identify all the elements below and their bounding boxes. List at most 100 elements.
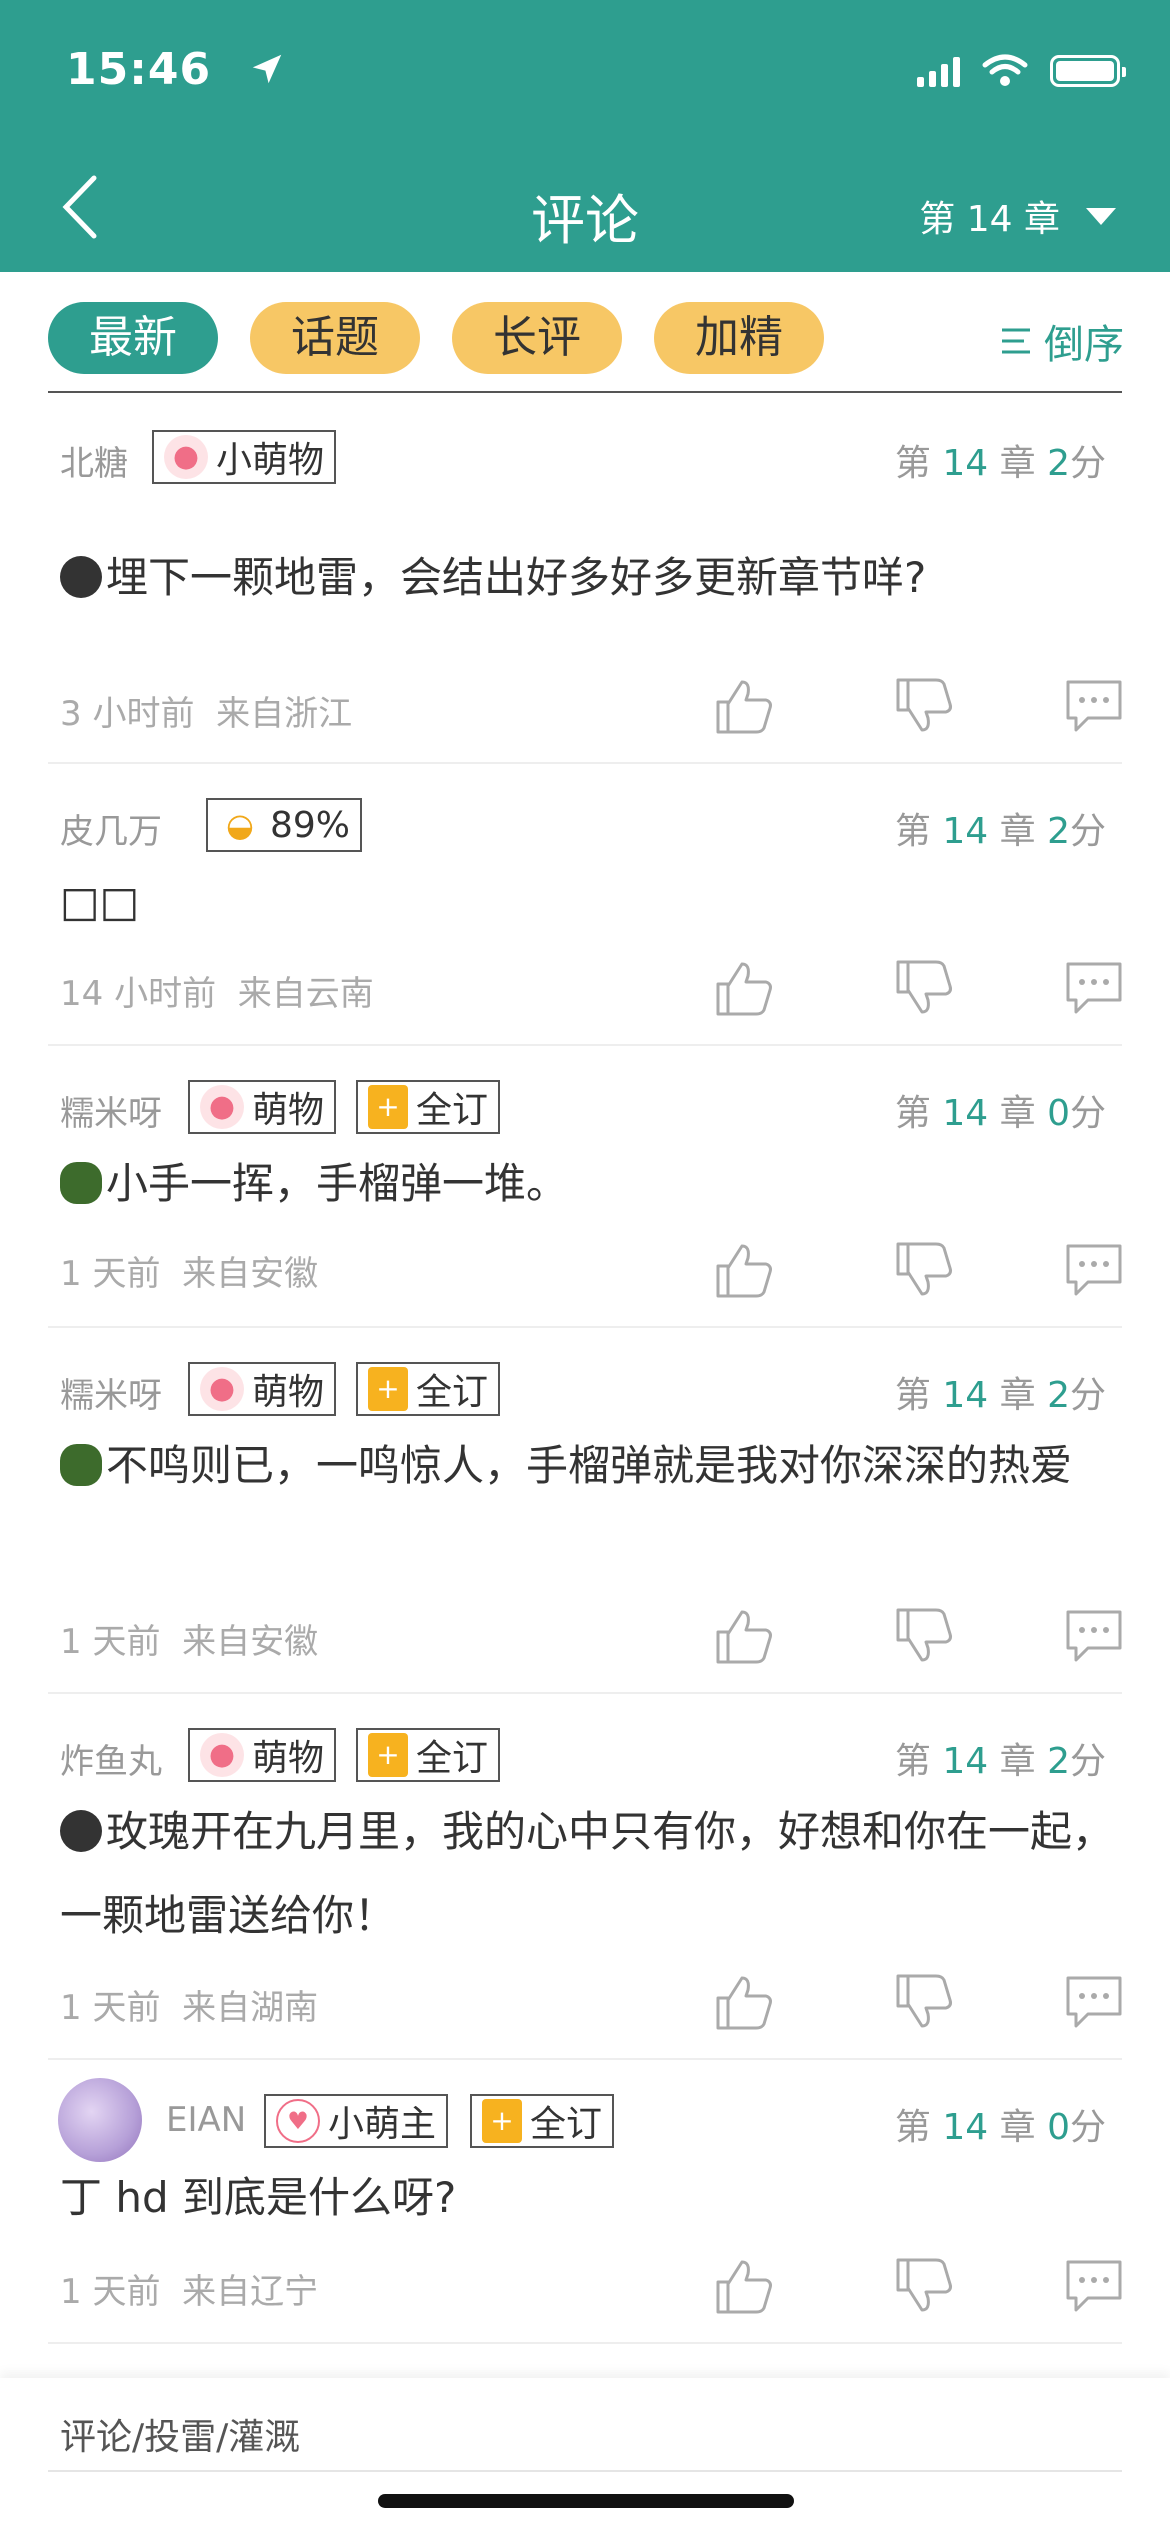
battery-icon [1050,55,1126,87]
thumbs-up-icon[interactable] [712,958,776,1018]
full-subscription-badge[interactable]: + 全订 [470,2094,615,2148]
reply-bubble-icon[interactable] [1062,676,1126,736]
comment-divider [48,2342,1122,2344]
landmine-gift-icon [60,1810,102,1852]
badge-label: 全订 [416,1738,489,1779]
comment-item: 糯米呀 ● 萌物 + 全订 第 14 章 2分 不鸣则已，一鸣惊人，手榴弹就是我对你… [0,1328,1170,1694]
bookmark-icon: + [368,1085,408,1129]
comment-chapter-score: 第 14 章 0分 [894,1093,1106,1134]
badge-label: 小萌主 [328,2104,437,2145]
comment-username[interactable]: 北糖 [60,436,128,485]
full-subscription-badge[interactable]: + 全订 [356,1728,501,1782]
comment-text: □□ [60,877,140,926]
location-arrow-icon [252,54,282,84]
comment-username[interactable]: 糯米呀 [60,1368,162,1417]
chapter-selector[interactable]: 第 14 章 [919,190,1116,242]
thumbs-up-icon[interactable] [712,1606,776,1666]
status-icons [917,54,1126,88]
fan-level-badge[interactable]: ● 小萌物 [152,430,337,484]
comment-username[interactable]: 皮几万 [60,804,162,853]
top-bar: 15:46 评论 第 14 章 [0,0,1170,272]
comment-username[interactable]: EIAN [166,2100,246,2140]
tab-latest[interactable]: 最新 [48,302,218,374]
tab-featured[interactable]: 加精 [654,302,824,374]
comment-footer: 1 天前 来自安徽 [60,1254,319,1294]
thumbs-down-icon[interactable] [892,1240,956,1300]
comment-chapter-score: 第 14 章 2分 [894,443,1106,484]
comment-item: 糯米呀 ● 萌物 + 全订 第 14 章 0分 小手一挥，手榴弹一堆。 1 天前 来… [0,1046,1170,1328]
bookmark-icon: + [368,1733,408,1777]
comment-text: 小手一挥，手榴弹一堆。 [60,1142,1120,1226]
comment-text: 埋下一颗地雷，会结出好多好多更新章节咩? [60,536,1120,620]
grenade-gift-icon [60,1162,102,1204]
reply-bubble-icon[interactable] [1062,1972,1126,2032]
gold-ingot-icon: ◒ [226,806,254,844]
comment-username[interactable]: 炸鱼丸 [60,1734,162,1783]
reply-bubble-icon[interactable] [1062,1240,1126,1300]
reply-bubble-icon[interactable] [1062,958,1126,1018]
tab-long-reviews[interactable]: 长评 [452,302,622,374]
thumbs-up-icon[interactable] [712,676,776,736]
comment-text: 丁 hd 到底是什么呀? [60,2173,457,2222]
thumbs-down-icon[interactable] [892,676,956,736]
sort-lines-icon [1002,328,1030,354]
badge-label: 萌物 [252,1372,325,1413]
badge-label: 萌物 [252,1090,325,1131]
badge-label: 89% [270,804,351,846]
filter-tabs: 最新 话题 长评 加精 [48,302,824,374]
thumbs-up-icon[interactable] [712,2256,776,2316]
comment-text: 不鸣则已，一鸣惊人，手榴弹就是我对你深深的热爱 [60,1424,1120,1508]
badge-label: 小萌物 [216,440,325,481]
user-avatar[interactable] [58,2078,142,2162]
comment-chapter-score: 第 14 章 2分 [894,1375,1106,1416]
paw-icon: ● [200,1733,244,1777]
sort-label: 倒序 [1044,322,1124,368]
thumbs-down-icon[interactable] [892,2256,956,2316]
comment-chapter-score: 第 14 章 0分 [894,2107,1106,2148]
chevron-down-icon [1086,207,1116,225]
fan-level-badge[interactable]: ● 萌物 [188,1728,337,1782]
comment-footer: 1 天前 来自安徽 [60,1622,319,1662]
comment-chapter-score: 第 14 章 2分 [894,1741,1106,1782]
grenade-gift-icon [60,1444,102,1486]
thumbs-up-icon[interactable] [712,1240,776,1300]
comment-chapter-score: 第 14 章 2分 [894,811,1106,852]
comment-item: 炸鱼丸 ● 萌物 + 全订 第 14 章 2分 玫瑰开在九月里，我的心中只有你，好想… [0,1694,1170,2060]
chapter-selector-label: 第 14 章 [919,199,1060,240]
thumbs-up-icon[interactable] [712,1972,776,2032]
comment-username[interactable]: 糯米呀 [60,1086,162,1135]
fan-level-badge[interactable]: ● 萌物 [188,1362,337,1416]
badge-label: 全订 [530,2104,603,2145]
comment-footer: 14 小时前 来自云南 [60,974,374,1014]
reply-bubble-icon[interactable] [1062,2256,1126,2316]
home-indicator[interactable] [378,2494,794,2508]
fan-level-badge[interactable]: ♥ 小萌主 [264,2094,449,2148]
paw-icon: ● [164,435,208,479]
reply-bubble-icon[interactable] [1062,1606,1126,1666]
comment-footer: 1 天前 来自湖南 [60,1988,319,2028]
fan-level-badge[interactable]: ● 萌物 [188,1080,337,1134]
bookmark-icon: + [482,2099,522,2143]
thumbs-down-icon[interactable] [892,958,956,1018]
sort-order-button[interactable]: 倒序 [1000,312,1124,370]
thumbs-down-icon[interactable] [892,1606,956,1666]
badge-label: 萌物 [252,1738,325,1779]
badge-label: 全订 [416,1090,489,1131]
tab-topics[interactable]: 话题 [250,302,420,374]
comment-item: 北糖 ● 小萌物 第 14 章 2分 埋下一颗地雷，会结出好多好多更新章节咩? 3… [0,396,1170,764]
tabs-divider [48,391,1122,393]
support-rate-badge[interactable]: ◒ 89% [206,798,363,852]
bookmark-icon: + [368,1367,408,1411]
thumbs-down-icon[interactable] [892,1972,956,2032]
landmine-gift-icon [60,556,102,598]
paw-icon: ● [200,1367,244,1411]
wifi-icon [982,54,1028,86]
comment-text: 玫瑰开在九月里，我的心中只有你，好想和你在一起，一颗地雷送给你！ [60,1807,1115,1940]
input-underline [48,2470,1122,2472]
full-subscription-badge[interactable]: + 全订 [356,1362,501,1416]
comment-item: EIAN ♥ 小萌主 + 全订 第 14 章 0分 丁 hd 到底是什么呀? 1 天… [0,2060,1170,2344]
comment-input[interactable]: 评论/投雷/灌溉 [60,2408,300,2460]
heart-crown-icon: ♥ [276,2099,320,2143]
full-subscription-badge[interactable]: + 全订 [356,1080,501,1134]
comment-footer: 3 小时前 来自浙江 [60,694,353,734]
